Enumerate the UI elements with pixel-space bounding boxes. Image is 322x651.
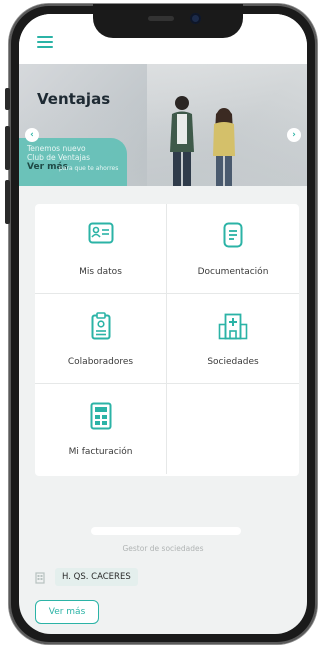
promo-line-1: Tenemos nuevo bbox=[27, 144, 86, 153]
banner-title: Ventajas bbox=[37, 90, 111, 108]
menu-grid: Mis datos Documentación Colaboradores So… bbox=[35, 204, 299, 476]
tile-mis-datos[interactable]: Mis datos bbox=[35, 204, 167, 294]
promo-line-2: Club de Ventajas bbox=[27, 153, 91, 162]
tile-sociedades[interactable]: Sociedades bbox=[167, 294, 299, 384]
building-icon bbox=[35, 572, 45, 584]
tile-label: Mis datos bbox=[79, 267, 122, 277]
tile-label: Mi facturación bbox=[68, 447, 133, 457]
front-camera bbox=[190, 13, 201, 24]
side-button-volume-down bbox=[5, 180, 10, 224]
id-card-icon bbox=[88, 222, 113, 244]
company-badge[interactable]: H. QS. CACERES bbox=[55, 568, 138, 586]
side-button-volume-up bbox=[5, 126, 10, 170]
hospital-building-icon bbox=[218, 313, 248, 340]
section-label: Gestor de sociedades bbox=[122, 544, 204, 553]
tile-label: Sociedades bbox=[207, 357, 259, 367]
document-icon bbox=[223, 222, 243, 248]
app-screen: Ventajas Tenemos nuevo Club de Ventajas … bbox=[19, 14, 307, 634]
clipboard-badge-icon bbox=[91, 312, 110, 340]
phone-frame: Ventajas Tenemos nuevo Club de Ventajas … bbox=[5, 4, 317, 644]
tile-label: Colaboradores bbox=[67, 357, 134, 367]
tile-colaboradores[interactable]: Colaboradores bbox=[35, 294, 167, 384]
man-figure bbox=[170, 96, 194, 186]
phone-notch bbox=[93, 4, 243, 38]
tile-empty bbox=[167, 384, 299, 474]
ventajas-banner[interactable]: Ventajas Tenemos nuevo Club de Ventajas … bbox=[19, 64, 307, 186]
ver-mas-button[interactable]: Ver más bbox=[35, 600, 99, 624]
chevron-left-icon[interactable]: ‹ bbox=[25, 128, 39, 142]
promo-subtext: para que te ahorres bbox=[59, 165, 119, 172]
side-button-mute bbox=[5, 88, 10, 110]
calculator-icon bbox=[90, 402, 111, 430]
tile-mi-facturacion[interactable]: Mi facturación bbox=[35, 384, 167, 474]
speaker-grille bbox=[148, 16, 174, 21]
woman-figure bbox=[213, 108, 235, 186]
tile-documentacion[interactable]: Documentación bbox=[167, 204, 299, 294]
tile-label: Documentación bbox=[197, 267, 269, 277]
footer-placeholder-bar bbox=[91, 527, 241, 535]
chevron-right-icon[interactable]: › bbox=[287, 128, 301, 142]
hamburger-menu-icon[interactable] bbox=[37, 36, 53, 48]
